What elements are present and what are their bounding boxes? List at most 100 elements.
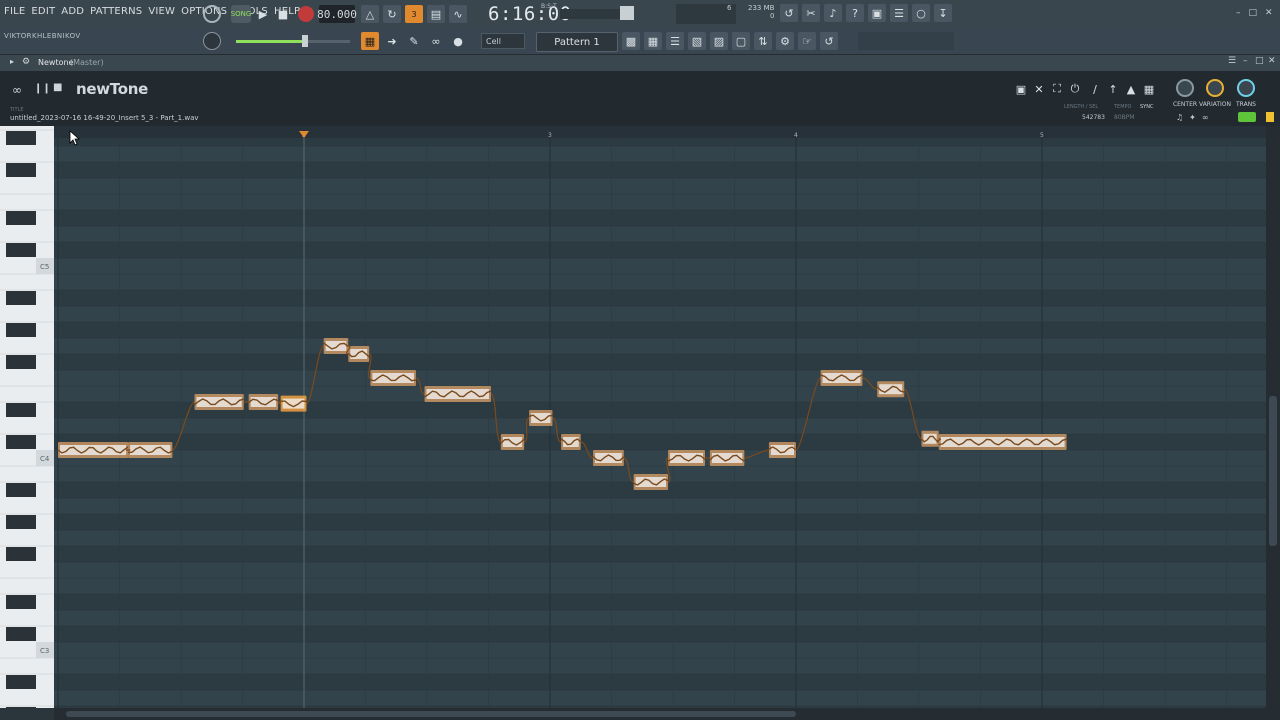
play-button[interactable]: ▶: [254, 5, 272, 23]
master-volume-knob[interactable]: [203, 32, 221, 50]
menu-patterns[interactable]: PATTERNS: [90, 6, 142, 17]
vertical-scroll-thumb[interactable]: [1269, 396, 1277, 546]
clear-icon[interactable]: ✕: [1032, 80, 1046, 98]
blend-notes-icon[interactable]: ∿: [449, 5, 467, 23]
slice-tool-icon[interactable]: ∕: [1088, 80, 1102, 98]
black-key[interactable]: [6, 403, 36, 417]
note-blob[interactable]: [248, 394, 279, 410]
horizontal-scroll-thumb[interactable]: [66, 711, 796, 717]
browser-icon[interactable]: ▢: [732, 32, 750, 50]
black-key[interactable]: [6, 243, 36, 257]
mixer-window-icon[interactable]: ▧: [688, 32, 706, 50]
note-blob[interactable]: [876, 381, 905, 398]
black-key[interactable]: [6, 707, 36, 720]
black-key[interactable]: [6, 291, 36, 305]
touch-icon[interactable]: ☞: [798, 32, 816, 50]
piano-roll-icon[interactable]: ▦: [644, 32, 662, 50]
note-blob[interactable]: [194, 394, 244, 410]
variation-knob[interactable]: [1206, 79, 1224, 97]
playhead-marker[interactable]: [299, 131, 309, 138]
black-key[interactable]: [6, 435, 36, 449]
menu-file[interactable]: FILE: [4, 6, 25, 17]
pencil-icon[interactable]: ✎: [405, 32, 423, 50]
record-button[interactable]: [298, 6, 314, 22]
vertical-scrollbar[interactable]: [1266, 126, 1280, 720]
note-blob[interactable]: [592, 450, 625, 466]
main-volume-handle[interactable]: [302, 35, 308, 47]
note-blob[interactable]: [347, 346, 370, 362]
black-key[interactable]: [6, 163, 36, 177]
plugin-minimize-icon[interactable]: –: [1243, 56, 1248, 66]
pitch-editor-canvas[interactable]: [54, 129, 1266, 720]
fit-icon[interactable]: ⛶: [1050, 80, 1064, 98]
note-blob[interactable]: [500, 434, 525, 450]
power-icon[interactable]: ⏻: [1068, 80, 1082, 98]
pitch-editor[interactable]: [54, 129, 1266, 720]
save-sample-icon[interactable]: ▣: [1014, 80, 1028, 98]
wait-input-icon[interactable]: ↻: [383, 5, 401, 23]
plugin-settings-icon[interactable]: ⚙: [22, 57, 30, 67]
black-key[interactable]: [6, 515, 36, 529]
transpose-knob[interactable]: [1237, 79, 1255, 97]
song-mode-button[interactable]: SONG: [231, 5, 251, 23]
menu-edit[interactable]: EDIT: [31, 6, 55, 17]
tempo-display[interactable]: 80.000: [317, 5, 357, 23]
note-blob[interactable]: [57, 442, 129, 458]
monitor-toggle[interactable]: [1238, 112, 1256, 122]
revert-icon[interactable]: ↺: [780, 4, 798, 22]
help-icon[interactable]: ?: [846, 4, 864, 22]
note-blob[interactable]: [128, 442, 173, 458]
sync-label[interactable]: SYNC: [1140, 104, 1153, 110]
stop-button[interactable]: ■: [274, 5, 292, 23]
master-pitch-handle[interactable]: [620, 6, 634, 20]
select-tool-icon[interactable]: ▦: [1142, 80, 1156, 98]
pitch-tool-icon[interactable]: ▲: [1124, 80, 1138, 98]
black-key[interactable]: [6, 595, 36, 609]
plug-icon[interactable]: ⇅: [754, 32, 772, 50]
cut-icon[interactable]: ✂: [802, 4, 820, 22]
mixer-icon[interactable]: ☰: [890, 4, 908, 22]
note-blob[interactable]: [424, 386, 492, 402]
plugin-detach-icon[interactable]: □: [1255, 56, 1264, 66]
pattern-selector[interactable]: Pattern 1: [536, 32, 618, 52]
tools-icon[interactable]: ⚙: [776, 32, 794, 50]
stamp-icon[interactable]: ●: [449, 32, 467, 50]
recent-icon[interactable]: ↺: [820, 32, 838, 50]
note-blob[interactable]: [280, 395, 307, 412]
cursor-mode-icon[interactable]: ✦: [1189, 113, 1196, 122]
merge-tool-icon[interactable]: ↑: [1106, 80, 1120, 98]
metronome-icon[interactable]: △: [361, 5, 379, 23]
note-blob[interactable]: [560, 434, 582, 450]
arrow-right-icon[interactable]: ➜: [383, 32, 401, 50]
black-key[interactable]: [6, 547, 36, 561]
pause-icon[interactable]: ❙❙: [34, 83, 51, 94]
download-icon[interactable]: ↧: [934, 4, 952, 22]
piano-keys[interactable]: C5 C4 C3: [0, 126, 54, 720]
channel-rack-icon[interactable]: ☰: [666, 32, 684, 50]
chat-icon[interactable]: ○: [912, 4, 930, 22]
note-blob[interactable]: [667, 450, 706, 466]
playlist-tool-icon[interactable]: ▦: [361, 32, 379, 50]
news-panel[interactable]: [858, 32, 954, 50]
step-edit-icon[interactable]: ▤: [427, 5, 445, 23]
note-blob[interactable]: [528, 410, 553, 426]
note-blob[interactable]: [921, 430, 940, 447]
link-icon[interactable]: ∞: [427, 32, 445, 50]
black-key[interactable]: [6, 675, 36, 689]
note-blob[interactable]: [709, 450, 745, 466]
main-volume-slider[interactable]: [236, 40, 306, 43]
black-key[interactable]: [6, 627, 36, 641]
note-blob[interactable]: [768, 442, 797, 458]
minimize-icon[interactable]: –: [1236, 8, 1241, 18]
black-key[interactable]: [6, 483, 36, 497]
snap-selector[interactable]: Cell: [481, 33, 525, 49]
center-knob[interactable]: [1176, 79, 1194, 97]
black-key[interactable]: [6, 131, 36, 145]
plugin-close-icon[interactable]: ✕: [1268, 56, 1276, 66]
note-blob[interactable]: [820, 370, 863, 386]
note-blob[interactable]: [370, 370, 417, 386]
piano-keyboard[interactable]: C5 C4 C3: [0, 126, 54, 720]
plugin-menu-arrow-icon[interactable]: ▸: [10, 57, 14, 66]
countdown-button[interactable]: 3: [405, 5, 423, 23]
link-mode-icon[interactable]: ∞: [1202, 113, 1209, 122]
